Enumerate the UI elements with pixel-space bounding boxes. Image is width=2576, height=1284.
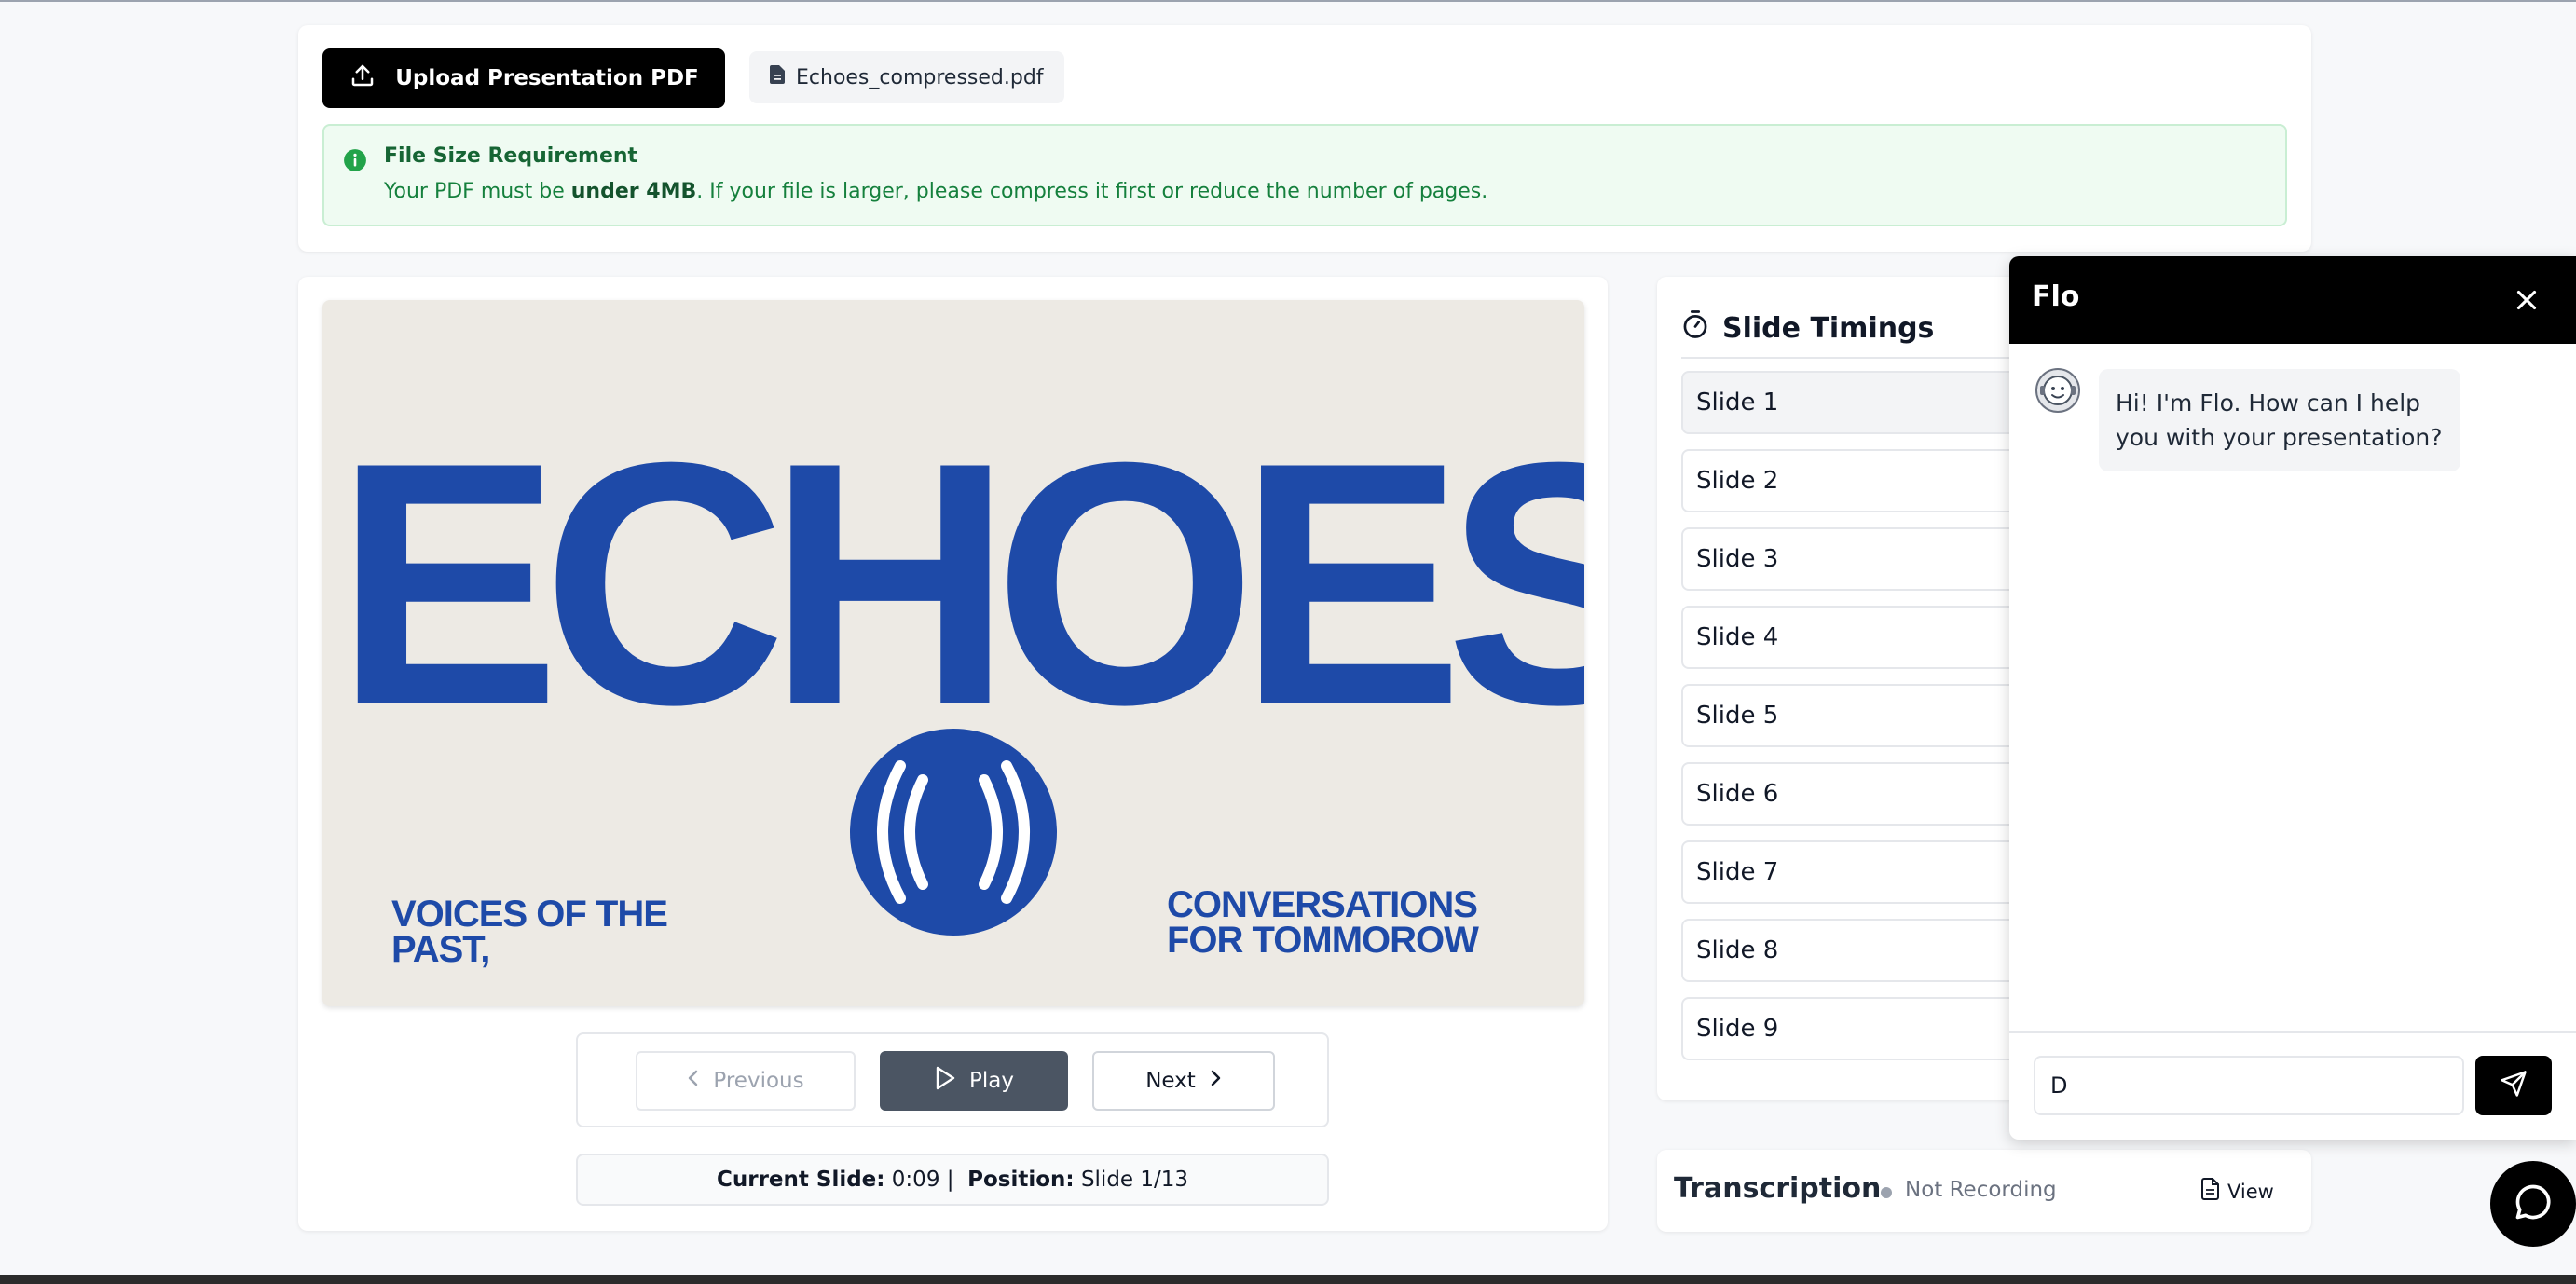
window-top-border xyxy=(0,0,2576,2)
notice-text: Your PDF must be under 4MB. If your file… xyxy=(384,180,1488,203)
upload-pdf-button-label: Upload Presentation PDF xyxy=(395,66,699,90)
view-transcription-label: View xyxy=(2227,1180,2274,1203)
slide-left-text: VOICES OF THE PAST, xyxy=(391,894,668,970)
chat-panel: Flo Hi! I'm Flo. How can I help you with… xyxy=(2009,256,2576,1140)
window-bottom-border xyxy=(0,1275,2576,1284)
notice-text-bold: under 4MB xyxy=(570,180,697,203)
chat-bubble-icon xyxy=(2513,1182,2554,1226)
info-icon xyxy=(343,148,367,176)
stopwatch-icon xyxy=(1681,309,1709,347)
playback-status: Current Slide: 0:09 | Position: Slide 1/… xyxy=(576,1154,1329,1206)
slide-right-text: CONVERSATIONS FOR TOMMOROW xyxy=(1167,884,1479,961)
document-icon xyxy=(770,65,785,89)
play-button[interactable]: Play xyxy=(880,1051,1068,1111)
position-value: Slide 1/13 xyxy=(1080,1168,1189,1192)
playback-controls: Previous Play Next xyxy=(576,1032,1329,1127)
transcription-title: Transcription xyxy=(1674,1172,1882,1205)
current-slide-time: 0:09 xyxy=(891,1168,940,1192)
file-size-notice: File Size Requirement Your PDF must be u… xyxy=(322,124,2287,226)
send-icon xyxy=(2500,1070,2528,1101)
slide-preview: ECHOES VOICES OF THE PAST, CONVERSATIONS… xyxy=(322,300,1584,1006)
upload-icon xyxy=(349,61,377,95)
previous-button[interactable]: Previous xyxy=(636,1051,856,1111)
uploaded-file-chip: Echoes_compressed.pdf xyxy=(749,51,1064,103)
chat-input[interactable] xyxy=(2034,1056,2464,1115)
transcription-card: Transcription Not Recording View xyxy=(1657,1150,2311,1232)
next-button[interactable]: Next xyxy=(1092,1051,1275,1111)
slide-timings-title: Slide Timings xyxy=(1722,311,1935,345)
chevron-left-icon xyxy=(687,1069,700,1093)
chat-message-bubble: Hi! I'm Flo. How can I help you with you… xyxy=(2099,369,2460,471)
recording-status-dot xyxy=(1881,1187,1892,1198)
upload-card: Upload Presentation PDF Echoes_compresse… xyxy=(298,25,2311,252)
presentation-card: ECHOES VOICES OF THE PAST, CONVERSATIONS… xyxy=(298,277,1608,1231)
slide-timings-header: Slide Timings xyxy=(1681,305,1934,351)
chevron-right-icon xyxy=(1209,1069,1222,1093)
recording-status: Not Recording xyxy=(1905,1178,2057,1202)
bot-avatar-icon xyxy=(2035,368,2080,413)
slide-title: ECHOES xyxy=(335,391,1584,776)
next-button-label: Next xyxy=(1145,1069,1196,1093)
close-icon[interactable] xyxy=(2511,284,2542,320)
upload-pdf-button[interactable]: Upload Presentation PDF xyxy=(322,48,725,108)
chat-title: Flo xyxy=(2032,280,2080,313)
play-icon xyxy=(934,1066,956,1096)
send-button[interactable] xyxy=(2475,1056,2552,1115)
document-icon xyxy=(2201,1178,2220,1205)
chat-toggle-button[interactable] xyxy=(2490,1161,2576,1247)
chat-header: Flo xyxy=(2009,256,2576,344)
current-slide-label: Current Slide: xyxy=(716,1168,885,1192)
notice-title: File Size Requirement xyxy=(384,144,638,168)
view-transcription-button[interactable]: View xyxy=(2201,1178,2274,1205)
previous-button-label: Previous xyxy=(713,1069,804,1093)
divider xyxy=(2009,1031,2576,1033)
status-separator: | xyxy=(946,1168,954,1192)
uploaded-file-name: Echoes_compressed.pdf xyxy=(796,65,1044,89)
position-label: Position: xyxy=(967,1168,1075,1192)
play-button-label: Play xyxy=(969,1069,1014,1093)
broadcast-icon xyxy=(850,729,1057,939)
